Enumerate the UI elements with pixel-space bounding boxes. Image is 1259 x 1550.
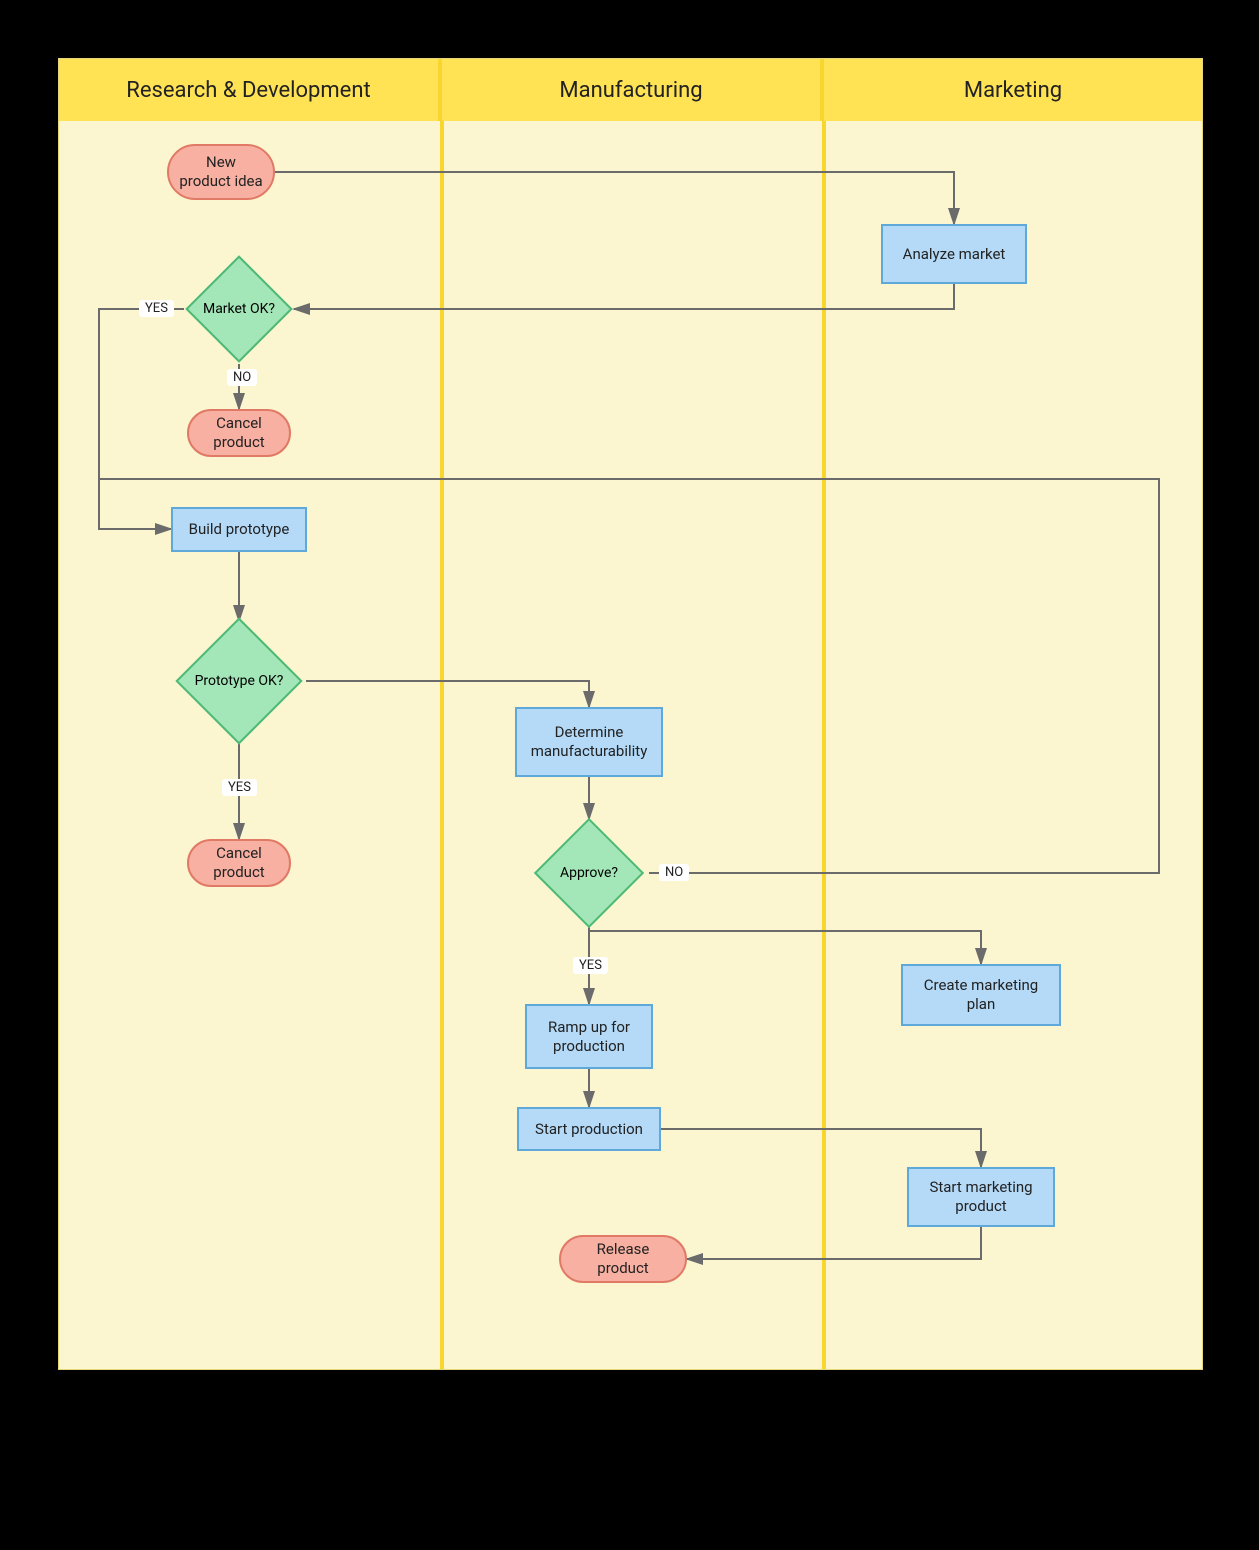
process-start-marketing-product[interactable]: Start marketing product [907, 1167, 1055, 1227]
lane-header-row: Research & Development Manufacturing Mar… [59, 59, 1202, 121]
edge-label-market-ok-no: NO [227, 369, 257, 386]
terminal-cancel-product-2[interactable]: Cancel product [187, 839, 291, 887]
page: Research & Development Manufacturing Mar… [0, 0, 1259, 1550]
process-ramp-up[interactable]: Ramp up for production [525, 1004, 653, 1069]
terminal-new-product-idea[interactable]: New product idea [167, 144, 275, 200]
process-start-production[interactable]: Start production [517, 1107, 661, 1151]
process-determine-manufacturability[interactable]: Determine manufacturability [515, 707, 663, 777]
edge-label-approve-no: NO [659, 864, 689, 881]
swimlane-canvas: Research & Development Manufacturing Mar… [58, 58, 1203, 1370]
lane-divider-2 [822, 121, 826, 1369]
lane-divider-1 [440, 121, 444, 1369]
decision-prototype-ok[interactable]: Prototype OK? [172, 614, 306, 748]
terminal-cancel-product-1[interactable]: Cancel product [187, 409, 291, 457]
terminal-release-product[interactable]: Release product [559, 1235, 687, 1283]
edge-label-prototype-ok-yes: YES [222, 779, 257, 796]
process-build-prototype[interactable]: Build prototype [171, 507, 307, 552]
edge-label-market-ok-yes: YES [139, 300, 174, 317]
lane-header-rnd: Research & Development [59, 59, 442, 121]
process-create-marketing-plan[interactable]: Create marketing plan [901, 964, 1061, 1026]
lane-header-manufacturing: Manufacturing [442, 59, 824, 121]
decision-approve[interactable]: Approve? [530, 814, 648, 932]
process-analyze-market[interactable]: Analyze market [881, 224, 1027, 284]
decision-market-ok[interactable]: Market OK? [185, 255, 293, 363]
edge-label-approve-yes: YES [573, 957, 608, 974]
lane-header-marketing: Marketing [824, 59, 1202, 121]
